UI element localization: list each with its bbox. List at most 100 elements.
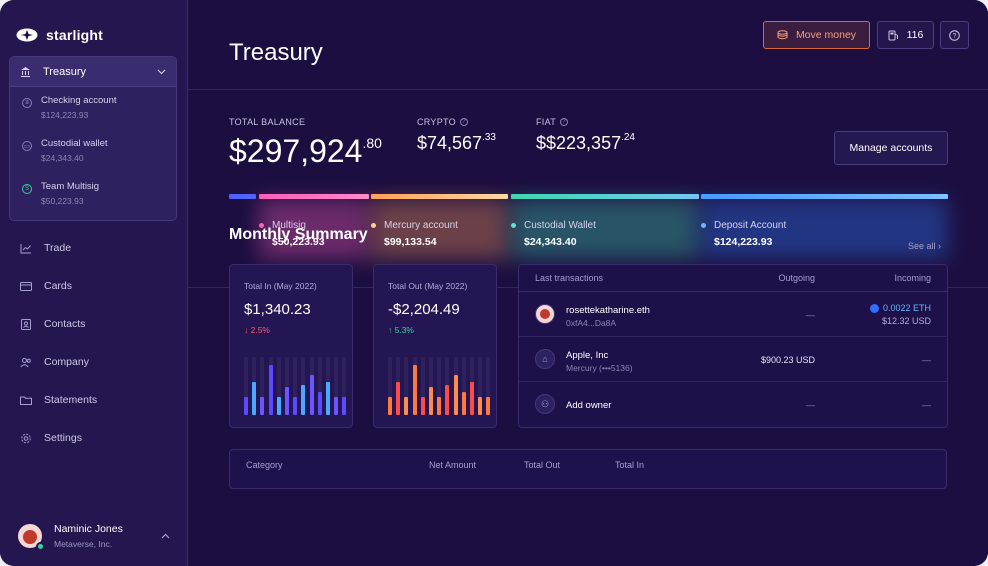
bar [486, 397, 491, 415]
total-out-card[interactable]: Total Out (May 2022) -$2,204.49 ↑ 5.3% [373, 264, 497, 428]
coins-icon [777, 30, 788, 40]
chevron-up-icon[interactable] [161, 533, 170, 539]
gas-count-button[interactable]: 116 [877, 21, 934, 49]
bar [412, 365, 417, 415]
transaction-name: Add owner [566, 400, 612, 411]
total-balance-cents: .80 [362, 135, 382, 151]
legend-name: Custodial Wallet [524, 220, 596, 231]
info-icon[interactable]: ? [560, 118, 569, 126]
avatar-icon [535, 304, 555, 324]
bar [396, 382, 401, 415]
sidebar-nav: Trade Cards Contacts Company Statements … [0, 229, 187, 457]
sidebar-item-company[interactable]: Company [0, 343, 187, 381]
bar [276, 397, 281, 415]
brand-name: starlight [46, 27, 104, 43]
bar [437, 397, 442, 415]
bank-icon [21, 67, 30, 77]
transaction-incoming: — [922, 400, 931, 410]
move-money-button[interactable]: Move money [763, 21, 870, 49]
sidebar-account-custodial[interactable]: ▭ Custodial wallet $24,343.40 [10, 130, 176, 173]
sidebar-account-multisig[interactable]: S Team Multisig $50,223.93 [10, 173, 176, 216]
bar [334, 397, 339, 415]
crypto-balance: CRYPTO? $74,567.33 [417, 117, 496, 154]
legend-dot-icon [371, 223, 376, 228]
sidebar-item-label: Trade [44, 242, 72, 254]
manage-accounts-button[interactable]: Manage accounts [834, 131, 948, 165]
bar [420, 397, 425, 415]
sidebar-item-label: Statements [44, 394, 98, 406]
help-icon: ? [949, 29, 960, 41]
col-total-out: Total Out [524, 460, 561, 470]
sidebar-item-contacts[interactable]: Contacts [0, 305, 187, 343]
page-title: Treasury [229, 39, 323, 66]
card-amount: $1,340.23 [244, 301, 311, 318]
sidebar-item-cards[interactable]: Cards [0, 267, 187, 305]
sidebar-item-statements[interactable]: Statements [0, 381, 187, 419]
bar [445, 385, 450, 415]
transaction-sub: 0xfA4...Da8A [566, 318, 617, 328]
sidebar-item-treasury[interactable]: Treasury [10, 57, 176, 87]
card-change: ↑ 5.3% [388, 325, 414, 335]
move-money-label: Move money [795, 29, 857, 41]
user-icon: ⚇ [535, 394, 555, 414]
bar [470, 382, 474, 415]
bar [301, 385, 306, 415]
col-category: Category [246, 460, 283, 470]
total-balance-label: TOTAL BALANCE [229, 117, 306, 127]
total-balance: TOTAL BALANCE $297,924.80 [229, 117, 382, 170]
sidebar-account-checking[interactable]: ≡ Checking account $124,223.93 [10, 87, 176, 130]
see-all-label: See all [908, 241, 936, 251]
bank-icon: ⌂ [535, 349, 555, 369]
transaction-incoming: 0.0022 ETH $12.32 USD [869, 303, 931, 326]
col-outgoing: Outgoing [778, 273, 815, 283]
bar [260, 397, 265, 415]
gas-count: 116 [906, 29, 924, 41]
transaction-row[interactable]: rosettekatharine.eth 0xfA4...Da8A — 0.00… [519, 292, 947, 337]
bar [453, 375, 458, 415]
brand-logo[interactable]: starlight [0, 0, 187, 52]
legend-name: Deposit Account [714, 220, 787, 231]
card-amount: -$2,204.49 [388, 301, 460, 318]
legend-value: $24,343.40 [524, 236, 577, 248]
folder-icon [20, 396, 32, 405]
eth-icon [869, 303, 879, 313]
sidebar-item-label: Company [44, 356, 89, 368]
bar [285, 387, 289, 415]
info-icon[interactable]: ? [459, 118, 468, 126]
sidebar-item-label: Treasury [43, 65, 86, 78]
add-owner-row[interactable]: ⚇ Add owner — — [519, 382, 947, 427]
user-name: Naminic Jones [54, 523, 123, 535]
chevron-down-icon[interactable] [157, 69, 166, 75]
total-in-card[interactable]: Total In (May 2022) $1,340.23 ↓ 2.5% [229, 264, 353, 428]
sidebar-item-label: Settings [44, 432, 82, 444]
fiat-cents: .24 [621, 132, 635, 143]
bar [326, 382, 330, 415]
users-icon [20, 357, 31, 367]
account-name: Custodial wallet [41, 138, 108, 149]
legend-dot-icon [511, 223, 516, 228]
col-net-amount: Net Amount [429, 460, 477, 470]
sidebar-item-trade[interactable]: Trade [0, 229, 187, 267]
legend-mercury: Mercury account $99,133.54 [371, 220, 458, 248]
fiat-label: FIAT [536, 117, 557, 127]
user-org: Metaverse, Inc. [54, 539, 113, 549]
user-profile[interactable]: Naminic Jones Metaverse, Inc. [0, 506, 188, 566]
sidebar-item-settings[interactable]: Settings [0, 419, 187, 457]
online-status-icon [36, 542, 45, 551]
transactions-header: Last transactions Outgoing Incoming [519, 265, 947, 292]
see-all-link[interactable]: See all › [908, 241, 941, 251]
card-icon [20, 281, 32, 291]
legend-value: $99,133.54 [384, 236, 437, 248]
chart-icon [20, 243, 31, 253]
legend-custodial: Custodial Wallet $24,343.40 [511, 220, 596, 248]
transaction-name: Apple, Inc [566, 350, 609, 361]
fiat-balance: FIAT? $$223,357.24 [536, 117, 635, 154]
app-window: starlight Treasury ≡ Checking account $1… [0, 0, 988, 566]
transaction-outgoing: — [806, 400, 815, 410]
bar [268, 365, 273, 415]
transactions-panel: Last transactions Outgoing Incoming rose… [518, 264, 948, 428]
transaction-row[interactable]: ⌂ Apple, Inc Mercury (•••5136) $900.23 U… [519, 337, 947, 382]
help-button[interactable]: ? [940, 21, 969, 49]
bar [342, 397, 347, 415]
allocation-segment-other [229, 194, 256, 199]
